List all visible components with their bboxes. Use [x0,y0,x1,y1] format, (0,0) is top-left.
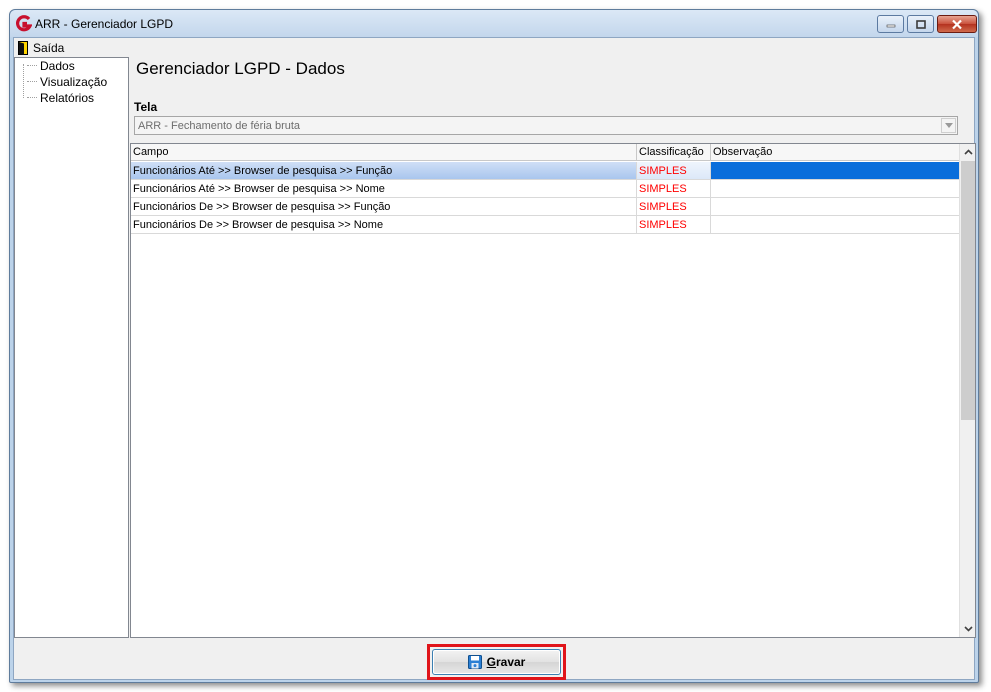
data-grid: Campo Classificação Observação Funcionár… [130,143,976,638]
nav-item-visualizacao[interactable]: Visualização [27,74,107,89]
minimize-icon [886,24,895,28]
nav-item-dados[interactable]: Dados [27,58,75,73]
cell-campo[interactable]: Funcionários Até >> Browser de pesquisa … [131,180,637,197]
cell-observacao[interactable] [711,180,960,197]
tela-select[interactable]: ARR - Fechamento de féria bruta [134,116,958,135]
chevron-down-icon [963,626,973,632]
save-disk-icon [467,655,482,669]
tree-tick [27,97,37,98]
cell-classificacao[interactable]: SIMPLES [637,216,711,233]
nav-item-label: Visualização [40,74,108,89]
nav-item-relatorios[interactable]: Relatórios [27,90,94,105]
table-row[interactable]: Funcionários Até >> Browser de pesquisa … [131,180,960,198]
window-title: ARR - Gerenciador LGPD [35,17,174,31]
cell-observacao[interactable] [711,198,960,215]
cell-campo[interactable]: Funcionários Até >> Browser de pesquisa … [131,162,637,179]
tela-label: Tela [134,100,158,114]
nav-tree: Dados Visualização Relatórios [14,57,129,638]
tree-tick [27,65,37,66]
column-header-observacao[interactable]: Observação [711,144,960,161]
cell-classificacao[interactable]: SIMPLES [637,198,711,215]
maximize-button[interactable] [907,15,934,33]
scroll-down-button[interactable] [960,621,976,637]
cell-observacao[interactable] [711,162,960,179]
menu-item-saida-label: Saída [33,40,65,55]
cell-observacao[interactable] [711,216,960,233]
cell-campo[interactable]: Funcionários De >> Browser de pesquisa >… [131,198,637,215]
tela-select-dropdown-button[interactable] [941,118,956,133]
cell-campo[interactable]: Funcionários De >> Browser de pesquisa >… [131,216,637,233]
column-header-campo[interactable]: Campo [131,144,637,161]
grid-header: Campo Classificação Observação [131,144,960,161]
client-area: Saída Dados Visualização Relatórios Gere… [13,37,976,680]
tela-select-value: ARR - Fechamento de féria bruta [138,120,301,132]
column-header-classificacao[interactable]: Classificação [637,144,711,161]
chevron-down-icon [944,123,953,128]
table-row[interactable]: Funcionários De >> Browser de pesquisa >… [131,198,960,216]
scroll-thumb[interactable] [961,161,975,420]
chevron-up-icon [963,149,973,155]
cell-classificacao[interactable]: SIMPLES [637,180,711,197]
exit-door-icon [18,40,28,55]
table-row[interactable]: Funcionários De >> Browser de pesquisa >… [131,216,960,234]
grid-vertical-scrollbar[interactable] [959,144,975,637]
cell-classificacao[interactable]: SIMPLES [637,162,711,179]
tree-tick [27,81,37,82]
app-logo-icon [16,15,32,32]
title-bar[interactable]: ARR - Gerenciador LGPD [10,10,978,37]
app-window: ARR - Gerenciador LGPD Saída Dados Visua… [9,9,979,683]
close-icon [952,19,962,29]
nav-item-label: Dados [40,58,75,73]
nav-item-label: Relatórios [40,90,95,105]
menu-bar: Saída [14,38,974,57]
gravar-button-label: Gravar [486,655,526,669]
page-title: Gerenciador LGPD - Dados [136,59,345,78]
menu-item-saida[interactable]: Saída [15,39,67,56]
gravar-button[interactable]: Gravar [432,649,561,675]
close-button[interactable] [937,15,977,33]
maximize-icon [915,19,926,29]
tree-connector [23,64,24,98]
scroll-up-button[interactable] [960,144,976,160]
table-row[interactable]: Funcionários Até >> Browser de pesquisa … [131,162,960,180]
minimize-button[interactable] [877,15,904,33]
